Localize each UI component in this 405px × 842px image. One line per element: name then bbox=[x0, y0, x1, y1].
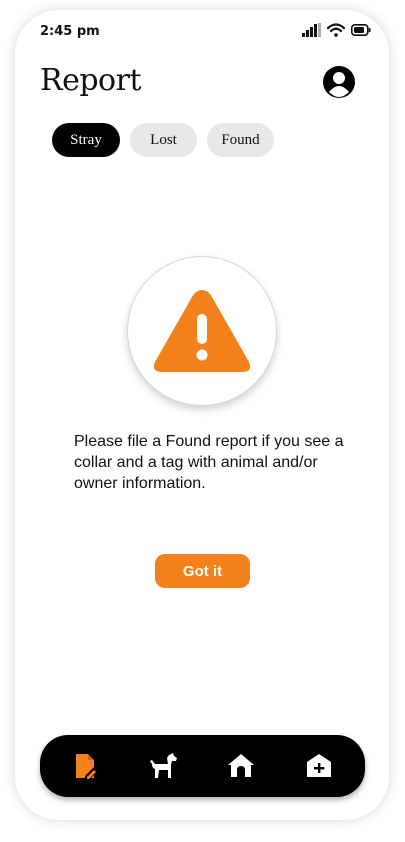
nav-animals[interactable] bbox=[147, 750, 179, 782]
phone-frame: 2:45 pm Report Stray Lost Found Please f… bbox=[15, 10, 389, 820]
tab-lost[interactable]: Lost bbox=[130, 123, 197, 157]
warning-badge bbox=[127, 256, 277, 406]
user-avatar-icon[interactable] bbox=[322, 65, 356, 99]
wifi-icon bbox=[327, 23, 345, 37]
got-it-button[interactable]: Got it bbox=[155, 554, 250, 588]
bottom-nav bbox=[40, 735, 365, 797]
warning-icon bbox=[153, 290, 251, 372]
home-icon bbox=[228, 754, 254, 777]
tab-stray[interactable]: Stray bbox=[52, 123, 120, 157]
dog-icon bbox=[150, 753, 177, 778]
page-title: Report bbox=[40, 63, 142, 98]
report-type-tabs: Stray Lost Found bbox=[52, 123, 274, 157]
nav-home[interactable] bbox=[225, 750, 257, 782]
status-bar: 2:45 pm bbox=[15, 10, 389, 54]
battery-icon bbox=[351, 24, 371, 36]
status-time: 2:45 pm bbox=[40, 24, 100, 39]
tab-found[interactable]: Found bbox=[207, 123, 274, 157]
shelter-add-icon bbox=[307, 754, 331, 777]
nav-report[interactable] bbox=[70, 750, 102, 782]
alert-message: Please file a Found report if you see a … bbox=[74, 433, 344, 492]
report-icon bbox=[76, 754, 98, 780]
nav-shelter[interactable] bbox=[303, 750, 335, 782]
status-icons bbox=[302, 23, 371, 37]
signal-icon bbox=[302, 23, 321, 37]
